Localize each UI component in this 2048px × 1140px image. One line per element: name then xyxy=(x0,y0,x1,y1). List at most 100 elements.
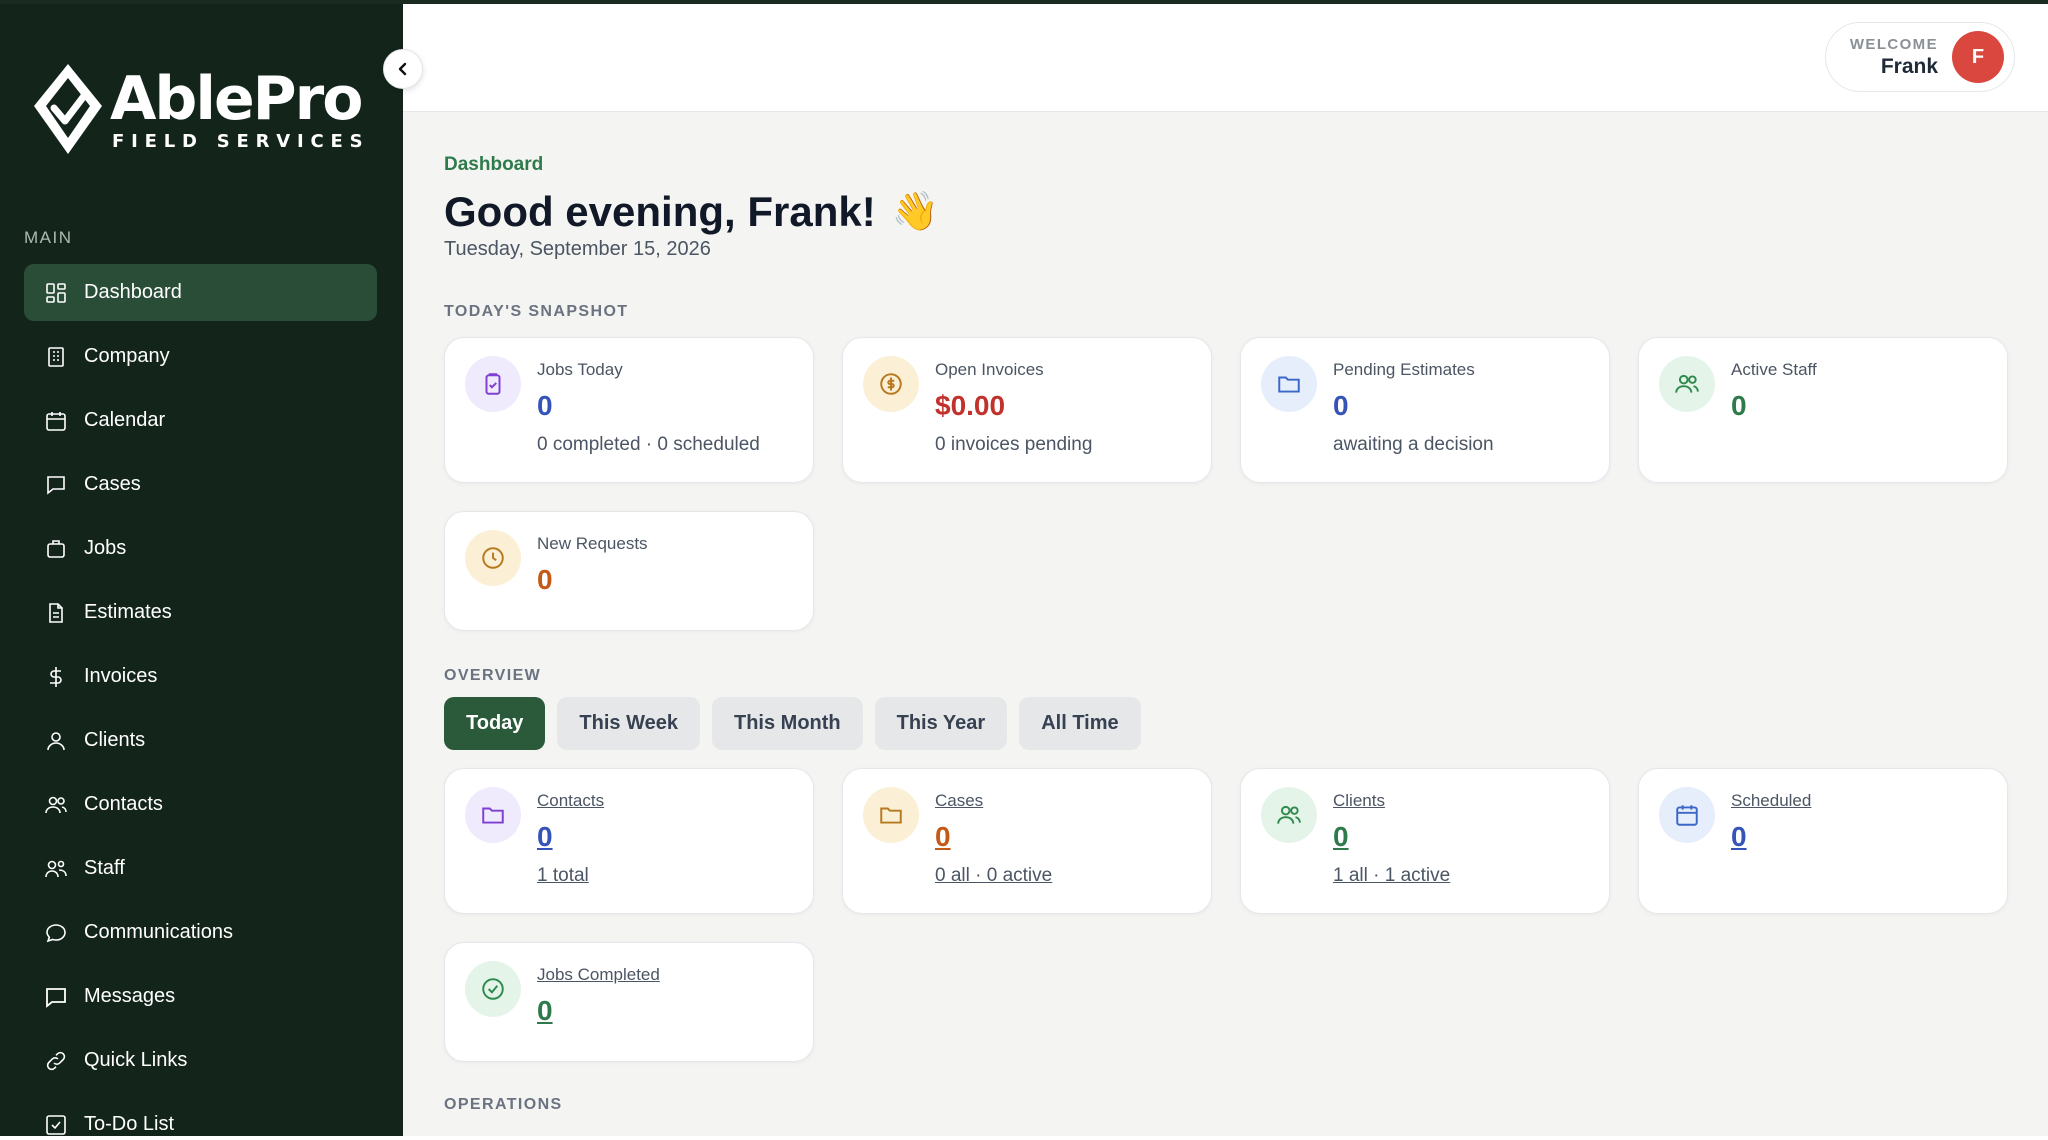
calendar-icon xyxy=(1659,787,1715,843)
tab-this-month[interactable]: This Month xyxy=(711,697,863,750)
card-label: Jobs Today xyxy=(537,360,623,379)
card-label: Pending Estimates xyxy=(1333,360,1475,379)
card-link-value[interactable]: 0 xyxy=(537,995,660,1027)
overview-tabs: Today This Week This Month This Year All… xyxy=(444,697,2008,750)
dashboard-icon xyxy=(46,282,66,303)
users-icon xyxy=(1261,787,1317,843)
snapshot-grid: Jobs Today 0 0 completed · 0 scheduled O… xyxy=(444,337,2008,631)
card-label: Active Staff xyxy=(1731,360,1817,379)
sidebar-item-label: Dashboard xyxy=(84,281,182,303)
link-icon xyxy=(46,1051,66,1070)
clock-icon xyxy=(465,530,521,586)
sidebar: AblePro FIELD SERVICES MAIN Dashboard Co… xyxy=(0,4,403,1136)
card-label: New Requests xyxy=(537,534,648,553)
chat-square-icon xyxy=(47,475,65,495)
main-content: Dashboard Good evening, Frank! 👋 Tuesday… xyxy=(444,154,2008,1114)
sidebar-item-invoices[interactable]: Invoices xyxy=(24,648,377,705)
staff-icon xyxy=(45,860,67,877)
overview-card-scheduled[interactable]: Scheduled 0 xyxy=(1638,768,2008,914)
greeting-text: Good evening, Frank! xyxy=(444,188,876,235)
sidebar-item-contacts[interactable]: Contacts xyxy=(24,776,377,833)
overview-card-clients[interactable]: Clients 0 1 all · 1 active xyxy=(1240,768,1610,914)
calendar-icon xyxy=(46,411,66,431)
card-subtext: 0 invoices pending xyxy=(935,434,1093,455)
card-link-label[interactable]: Jobs Completed xyxy=(537,965,660,985)
card-link-label[interactable]: Contacts xyxy=(537,791,604,811)
card-link-subtext[interactable]: 0 all · 0 active xyxy=(935,865,1052,887)
sidebar-item-estimates[interactable]: Estimates xyxy=(24,584,377,641)
tab-this-year[interactable]: This Year xyxy=(874,697,1008,750)
building-icon xyxy=(48,346,64,367)
card-subtext: awaiting a decision xyxy=(1333,434,1494,455)
wave-emoji: 👋 xyxy=(891,191,940,233)
app-window: AblePro FIELD SERVICES MAIN Dashboard Co… xyxy=(0,0,2048,1136)
sidebar-collapse-button[interactable] xyxy=(383,49,423,89)
breadcrumb[interactable]: Dashboard xyxy=(444,154,2008,176)
card-value: 0 xyxy=(1731,390,1747,421)
sidebar-item-messages[interactable]: Messages xyxy=(24,968,377,1025)
users-icon xyxy=(1659,356,1715,412)
card-link-subtext[interactable]: 1 total xyxy=(537,865,604,887)
card-link-value[interactable]: 0 xyxy=(935,821,1052,853)
card-link-value[interactable]: 0 xyxy=(1731,821,1811,853)
card-link-value[interactable]: 0 xyxy=(1333,821,1450,853)
sidebar-item-jobs[interactable]: Jobs xyxy=(24,520,377,577)
snapshot-card-active-staff[interactable]: Active Staff 0 xyxy=(1638,337,2008,483)
sidebar-item-communications[interactable]: Communications xyxy=(24,904,377,961)
card-link-label[interactable]: Cases xyxy=(935,791,1052,811)
sidebar-item-label: Jobs xyxy=(84,537,127,559)
brand-logo[interactable]: AblePro FIELD SERVICES xyxy=(30,62,369,158)
overview-card-jobs-completed[interactable]: Jobs Completed 0 xyxy=(444,942,814,1062)
card-subtext: 0 completed · 0 scheduled xyxy=(537,434,760,455)
brand-tagline: FIELD SERVICES xyxy=(112,130,370,152)
operations-section-title: OPERATIONS xyxy=(444,1096,563,1113)
tab-today[interactable]: Today xyxy=(444,697,546,750)
message-icon xyxy=(46,987,66,1008)
card-value: 0 xyxy=(537,564,553,595)
tab-this-week[interactable]: This Week xyxy=(557,697,700,750)
folder-icon xyxy=(465,787,521,843)
card-link-label[interactable]: Clients xyxy=(1333,791,1450,811)
folder-icon xyxy=(863,787,919,843)
sidebar-item-clients[interactable]: Clients xyxy=(24,712,377,769)
sidebar-item-company[interactable]: Company xyxy=(24,328,377,385)
folder-icon xyxy=(1261,356,1317,412)
sidebar-item-label: Staff xyxy=(84,857,125,879)
overview-grid: Contacts 0 1 total Cases 0 0 all · 0 act… xyxy=(444,768,2008,1062)
sidebar-nav: Dashboard Company Calendar Cases Jobs Es… xyxy=(24,264,377,1136)
sidebar-item-quick-links[interactable]: Quick Links xyxy=(24,1032,377,1089)
card-link-value[interactable]: 0 xyxy=(537,821,604,853)
sidebar-item-label: To-Do List xyxy=(84,1113,175,1135)
check-circle-icon xyxy=(465,961,521,1017)
sidebar-section-main: MAIN xyxy=(24,228,73,247)
avatar[interactable]: F xyxy=(1952,31,2004,83)
sidebar-item-todo-list[interactable]: To-Do List xyxy=(24,1096,377,1136)
card-link-subtext[interactable]: 1 all · 1 active xyxy=(1333,865,1450,887)
clipboard-check-icon xyxy=(465,356,521,412)
sidebar-item-staff[interactable]: Staff xyxy=(24,840,377,897)
user-name: Frank xyxy=(1880,54,1938,78)
snapshot-card-new-requests[interactable]: New Requests 0 xyxy=(444,511,814,631)
tab-all-time[interactable]: All Time xyxy=(1019,697,1141,750)
snapshot-card-jobs-today[interactable]: Jobs Today 0 0 completed · 0 scheduled xyxy=(444,337,814,483)
page-title: Good evening, Frank! 👋 xyxy=(444,188,2008,236)
sidebar-item-dashboard[interactable]: Dashboard xyxy=(24,264,377,321)
snapshot-card-pending-estimates[interactable]: Pending Estimates 0 awaiting a decision xyxy=(1240,337,1610,483)
card-label: Open Invoices xyxy=(935,360,1044,379)
users-icon xyxy=(45,796,67,813)
overview-card-cases[interactable]: Cases 0 0 all · 0 active xyxy=(842,768,1212,914)
card-value: 0 xyxy=(1333,390,1349,421)
welcome-label: WELCOME xyxy=(1849,35,1938,53)
sidebar-item-cases[interactable]: Cases xyxy=(24,456,377,513)
snapshot-card-open-invoices[interactable]: Open Invoices $0.00 0 invoices pending xyxy=(842,337,1212,483)
logo-mark-icon xyxy=(34,64,102,154)
card-link-label[interactable]: Scheduled xyxy=(1731,791,1811,811)
brand-name: AblePro xyxy=(110,63,363,134)
sidebar-item-label: Quick Links xyxy=(84,1049,188,1071)
overview-card-contacts[interactable]: Contacts 0 1 total xyxy=(444,768,814,914)
user-menu[interactable]: WELCOME Frank F xyxy=(1825,22,2015,92)
sidebar-item-label: Calendar xyxy=(84,409,166,431)
snapshot-section-title: TODAY'S SNAPSHOT xyxy=(444,303,629,320)
sidebar-item-calendar[interactable]: Calendar xyxy=(24,392,377,449)
card-value: $0.00 xyxy=(935,390,1006,421)
